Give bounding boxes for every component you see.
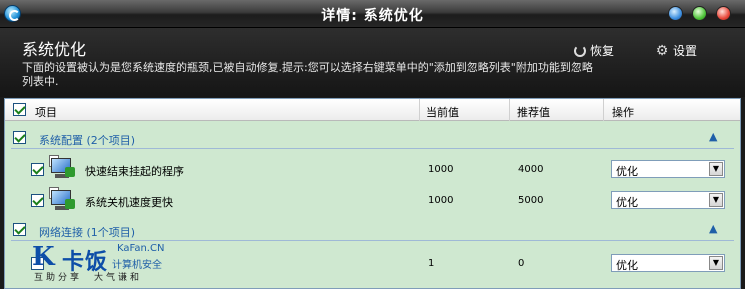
action-select-value: 优化 xyxy=(616,196,638,209)
item-checkbox[interactable] xyxy=(31,163,44,176)
action-select[interactable]: 优化 ▼ xyxy=(611,191,725,209)
settings-button[interactable]: ⚙ 设置 xyxy=(655,42,697,59)
item-checkbox[interactable] xyxy=(31,194,44,207)
column-separator xyxy=(419,99,420,121)
restore-icon xyxy=(574,44,586,57)
kafan-watermark: K 卡饭 KaFan.CN 计算机安全 互助分享 大气谦和 xyxy=(30,240,210,288)
column-header-item: 项目 xyxy=(35,106,57,119)
recommended-value: 5000 xyxy=(518,195,544,206)
action-select[interactable]: 优化 ▼ xyxy=(611,160,725,178)
current-value: 1000 xyxy=(428,195,454,206)
recommended-value: 0 xyxy=(518,258,525,269)
action-select[interactable]: 优化 ▼ xyxy=(611,254,725,272)
settings-label: 设置 xyxy=(673,44,698,58)
group-checkbox[interactable] xyxy=(13,223,26,236)
title-bar: 详情: 系统优化 xyxy=(0,0,745,28)
column-header-recommended: 推荐值 xyxy=(517,106,550,119)
page-header: 系统优化 下面的设置被认为是您系统速度的瓶颈,已被自动修复.提示:您可以选择右键… xyxy=(0,28,745,97)
watermark-domain: KaFan.CN xyxy=(117,243,165,254)
table-row[interactable]: 快速结束挂起的程序 1000 4000 优化 ▼ xyxy=(5,153,740,185)
page-description: 下面的设置被认为是您系统速度的瓶颈,已被自动修复.提示:您可以选择右键菜单中的"… xyxy=(22,61,593,88)
group-row-system-config[interactable]: 系统配置 (2个项目) ▲ xyxy=(5,127,740,149)
action-select-value: 优化 xyxy=(616,165,638,178)
collapse-icon[interactable]: ▲ xyxy=(709,222,717,235)
action-select-value: 优化 xyxy=(616,259,638,272)
select-all-checkbox[interactable] xyxy=(13,103,26,116)
restore-button[interactable]: 恢复 xyxy=(574,42,614,59)
chevron-down-icon[interactable]: ▼ xyxy=(709,256,723,270)
computer-icon xyxy=(49,187,79,215)
current-value: 1 xyxy=(428,258,435,269)
column-header-current: 当前值 xyxy=(426,106,459,119)
group-label: 系统配置 (2个项目) xyxy=(39,134,136,147)
group-label: 网络连接 (1个项目) xyxy=(39,226,136,239)
computer-icon xyxy=(49,155,79,183)
group-divider xyxy=(11,148,734,149)
restore-label: 恢复 xyxy=(590,44,615,58)
chevron-down-icon[interactable]: ▼ xyxy=(709,162,723,176)
item-label: 系统关机速度更快 xyxy=(85,196,173,209)
close-button[interactable] xyxy=(716,6,731,21)
watermark-subtitle: 计算机安全 xyxy=(112,260,162,271)
group-checkbox[interactable] xyxy=(13,131,26,144)
column-header-action: 操作 xyxy=(612,106,634,119)
table-header: 项目 当前值 推荐值 操作 xyxy=(5,99,740,121)
minimize-button[interactable] xyxy=(668,6,683,21)
maximize-button[interactable] xyxy=(692,6,707,21)
current-value: 1000 xyxy=(428,164,454,175)
window-title: 详情: 系统优化 xyxy=(321,8,424,24)
table-row[interactable]: 系统关机速度更快 1000 5000 优化 ▼ xyxy=(5,185,740,217)
column-separator xyxy=(509,99,510,121)
collapse-icon[interactable]: ▲ xyxy=(709,130,717,143)
recommended-value: 4000 xyxy=(518,164,544,175)
column-separator xyxy=(603,99,604,121)
chevron-down-icon[interactable]: ▼ xyxy=(709,193,723,207)
page-title: 系统优化 xyxy=(22,40,87,59)
watermark-logo: K xyxy=(32,242,55,272)
group-row-network[interactable]: 网络连接 (1个项目) ▲ xyxy=(5,219,740,241)
item-label: 快速结束挂起的程序 xyxy=(85,165,184,178)
gear-icon: ⚙ xyxy=(655,42,669,59)
watermark-slogan: 互助分享 大气谦和 xyxy=(34,273,143,283)
